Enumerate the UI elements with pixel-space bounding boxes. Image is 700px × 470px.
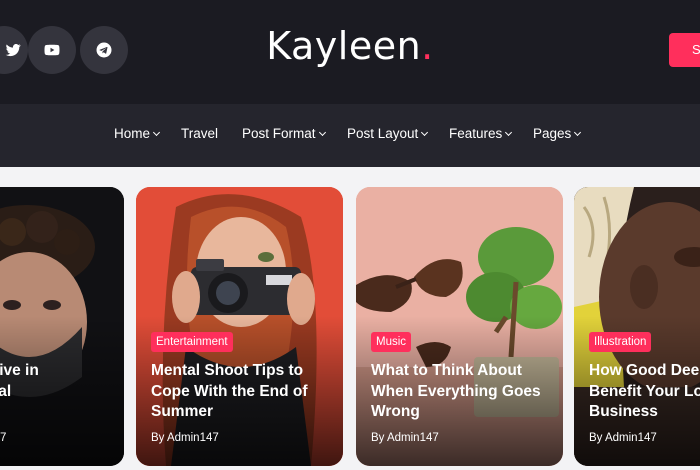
title-line: Mental Shoot Tips to bbox=[151, 362, 304, 379]
title-line: akes to Live in bbox=[0, 362, 39, 379]
post-title[interactable]: What to Think About When Everything Goes… bbox=[371, 361, 551, 423]
post-title[interactable]: How Good Dee Benefit Your Lo Business bbox=[589, 361, 700, 423]
chevron-down-icon bbox=[318, 128, 326, 136]
nav-item-post-format[interactable]: Post Format bbox=[242, 126, 326, 141]
main-nav: Home Travel Post Format Post Layout Feat… bbox=[0, 104, 700, 167]
nav-label: Post Layout bbox=[347, 126, 419, 141]
category-badge[interactable]: Entertainment bbox=[151, 332, 233, 352]
title-line: Cope With the End of bbox=[151, 382, 308, 400]
post-card[interactable]: Entertainment Mental Shoot Tips to Cope … bbox=[136, 187, 343, 466]
nav-item-home[interactable]: Home bbox=[114, 126, 161, 141]
subscribe-button[interactable]: S bbox=[669, 33, 700, 67]
title-line: Business bbox=[589, 403, 658, 420]
post-title[interactable]: akes to Live in d of Denial bbox=[0, 361, 112, 402]
nav-item-travel[interactable]: Travel bbox=[181, 126, 218, 141]
title-line: Summer bbox=[151, 403, 214, 420]
chevron-down-icon bbox=[152, 128, 161, 136]
nav-item-pages[interactable]: Pages bbox=[533, 126, 582, 141]
nav-label: Features bbox=[449, 126, 503, 141]
title-line: Benefit Your Lo bbox=[589, 382, 700, 400]
nav-label: Post Format bbox=[242, 126, 316, 141]
page: Kayleen. S Home Travel Post Format Post … bbox=[0, 0, 700, 470]
logo-dot: . bbox=[421, 24, 434, 68]
title-line: When Everything Goes bbox=[371, 382, 541, 400]
title-line: What to Think About bbox=[371, 362, 522, 379]
site-logo[interactable]: Kayleen. bbox=[0, 24, 700, 68]
post-author[interactable]: By Admin147 bbox=[371, 432, 439, 444]
nav-label: Travel bbox=[181, 126, 219, 141]
post-title[interactable]: Mental Shoot Tips to Cope With the End o… bbox=[151, 361, 331, 423]
title-line: How Good Dee bbox=[589, 362, 700, 379]
site-header: Kayleen. S bbox=[0, 0, 700, 104]
nav-label: Home bbox=[114, 126, 151, 141]
category-badge[interactable]: Music bbox=[371, 332, 412, 352]
post-card[interactable]: akes to Live in d of Denial 7 bbox=[0, 187, 124, 466]
title-line: d of Denial bbox=[0, 382, 12, 400]
chevron-down-icon bbox=[574, 128, 582, 136]
logo-text: Kayleen bbox=[266, 24, 422, 68]
chevron-down-icon bbox=[421, 128, 429, 136]
post-card[interactable]: Illustration How Good Dee Benefit Your L… bbox=[574, 187, 700, 466]
nav-item-post-layout[interactable]: Post Layout bbox=[347, 126, 429, 141]
category-badge[interactable]: Illustration bbox=[589, 332, 652, 352]
title-line: Wrong bbox=[371, 403, 420, 420]
post-author[interactable]: By Admin147 bbox=[151, 432, 219, 444]
post-author[interactable]: 7 bbox=[0, 432, 6, 444]
nav-item-features[interactable]: Features bbox=[449, 126, 513, 141]
nav-label: Pages bbox=[533, 126, 572, 141]
chevron-down-icon bbox=[505, 128, 513, 136]
post-card[interactable]: Music What to Think About When Everythin… bbox=[356, 187, 563, 466]
post-author[interactable]: By Admin147 bbox=[589, 432, 657, 444]
